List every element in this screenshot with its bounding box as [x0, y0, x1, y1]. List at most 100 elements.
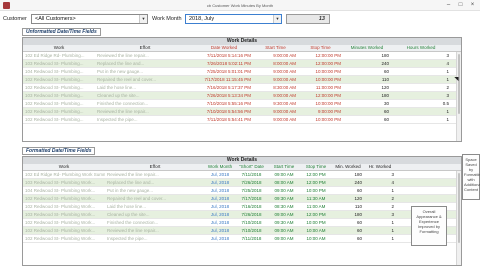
table-row[interactable]: 102 Redwood St- Plumbing Work... Laid the…: [23, 203, 461, 211]
cell-stop-time: 12:00 PM: [306, 172, 326, 177]
table-row[interactable]: 103 Redwood St- Plumbing... Cleaned up th…: [23, 92, 461, 100]
cell-hr-worked: 4: [391, 180, 394, 185]
table-row[interactable]: 103 Redwood St- Plumbing... Replaced the …: [23, 60, 461, 68]
table-row[interactable]: 102 Redwood St- Plumbing Work... Reviewed…: [23, 227, 461, 235]
col-hours-worked: Hours Worked: [406, 45, 436, 50]
unformatted-rows: 102 Ed Ridge Rd- Plumbing... Reviewed the…: [23, 52, 461, 124]
cell-min-worked: 180: [354, 212, 362, 217]
cell-stop-time: 9:00:00 PM: [317, 109, 341, 114]
cell-date-worked: 7/10/2018 5:54:56 PM: [206, 109, 251, 114]
table-row[interactable]: 102 Redwood St- Plumbing... Laid the hose…: [23, 84, 461, 92]
cell-effort: Reviewed the line repair...: [97, 109, 149, 114]
window-title: cb Customer Work Minutes By Month: [206, 3, 274, 8]
cell-work-month: Jul, 2018: [210, 204, 230, 209]
cell-date-worked: 7/17/2018 11:15:45 PM: [204, 77, 251, 82]
cell-work: 103 Redwood St- Plumbing Work...: [25, 180, 96, 185]
cell-work-month: Jul, 2018: [210, 188, 230, 193]
cell-minutes: 180: [381, 53, 389, 58]
col-date-worked: Date Worked: [210, 45, 238, 50]
cell-stop-time: 10:00:00 PM: [315, 69, 341, 74]
cell-min-worked: 60: [356, 188, 362, 193]
customer-combo[interactable]: <All Customers> ▼: [31, 14, 148, 24]
cell-min-worked: 180: [354, 172, 362, 177]
grid-title: Work Details: [23, 157, 461, 164]
cell-min-worked: 110: [354, 204, 362, 209]
cell-hours: 1: [446, 77, 449, 82]
cell-start-time: 09:00 AM: [274, 236, 294, 241]
cell-stop-time: 10:00 PM: [306, 188, 326, 193]
col-effort: Effort: [149, 164, 161, 169]
cell-hours: 3: [446, 93, 449, 98]
cell-minutes: 180: [381, 93, 389, 98]
vertical-scrollbar[interactable]: [456, 52, 461, 141]
table-row[interactable]: 103 Redwood St- Plumbing Work... Replaced…: [23, 179, 461, 187]
cell-date-worked: 7/11/2018 5:54:41 PM: [207, 117, 251, 122]
col-start-time: Start Time: [273, 164, 295, 169]
cell-stop-time: 10:00 PM: [306, 220, 326, 225]
cell-minutes: 110: [381, 77, 389, 82]
formatted-rows: 102 Ed Ridge Rd- Plumbing Work Summary..…: [23, 171, 461, 243]
cell-effort: Put in the new gauge...: [107, 188, 154, 193]
work-month-combo[interactable]: 2018, July ▼: [185, 14, 282, 24]
cell-work: 102 Redwood St- Plumbing Work...: [25, 228, 96, 233]
cell-short-date: 7/11/2018: [241, 172, 262, 177]
cell-date-worked: 7/11/2018 5:14:16 PM: [207, 53, 251, 58]
cell-minutes: 60: [383, 69, 389, 74]
chevron-down-icon[interactable]: ▼: [139, 15, 147, 23]
cell-start-time: 9:00:00 AM: [273, 53, 296, 58]
work-month-value: 2018, July: [189, 16, 215, 22]
cell-start-time: 9:00:00 AM: [273, 77, 296, 82]
cell-date-worked: 7/26/2018 5:02:11 PM: [207, 61, 251, 66]
maximize-icon[interactable]: □: [455, 1, 466, 9]
chevron-down-icon[interactable]: ▼: [273, 15, 281, 23]
formatted-grid: Work Details Work Effort Work Month "Sho…: [22, 156, 462, 266]
minimize-icon[interactable]: –: [443, 1, 454, 9]
cell-work: 102 Redwood St- Plumbing...: [25, 117, 84, 122]
cell-start-time: 08:00 AM: [274, 180, 294, 185]
cell-effort: Put in the new gauge...: [97, 69, 144, 74]
table-row[interactable]: 103 Redwood St- Plumbing Work... Cleaned …: [23, 211, 461, 219]
cell-stop-time: 11:00:00 PM: [315, 85, 341, 90]
table-row[interactable]: 102 Redwood St- Plumbing... Finished the …: [23, 100, 461, 108]
cell-start-time: 9:00:00 AM: [273, 93, 296, 98]
cell-start-time: 09:30 AM: [274, 196, 294, 201]
appearance-callout: Overall Appearance & Experience Improved…: [411, 206, 447, 246]
cell-effort: Laid the hose line...: [97, 85, 137, 90]
cell-start-time: 09:00 AM: [274, 188, 294, 193]
vertical-scrollbar[interactable]: [456, 171, 461, 265]
cell-start-time: 09:30 AM: [274, 220, 294, 225]
scroll-thumb[interactable]: [458, 173, 460, 243]
cell-work: 102 Ed Ridge Rd- Plumbing Work Summary..…: [25, 172, 105, 177]
col-hr-worked: Hr. Worked: [368, 164, 392, 169]
record-count: 13: [286, 14, 330, 24]
cell-hr-worked: 3: [391, 212, 394, 217]
scroll-thumb[interactable]: [458, 54, 460, 114]
formatted-section-label: Formatted Date/Time Fields: [22, 147, 96, 155]
cell-hr-worked: 2: [391, 196, 394, 201]
cell-min-worked: 60: [356, 236, 362, 241]
cell-work-month: Jul, 2018: [210, 180, 230, 185]
cell-work: 103 Redwood St- Plumbing Work...: [25, 212, 96, 217]
table-row[interactable]: 104 Redwood St- Plumbing Work... Put in t…: [23, 187, 461, 195]
close-icon[interactable]: ×: [467, 1, 478, 9]
cell-hours: 4: [446, 61, 449, 66]
table-row[interactable]: 102 Redwood St- Plumbing... Reviewed the …: [23, 108, 461, 116]
cell-work-month: Jul, 2018: [210, 212, 230, 217]
table-row[interactable]: 104 Redwood St- Plumbing... Put in the ne…: [23, 68, 461, 76]
table-row[interactable]: 102 Redwood St- Plumbing Work... Inspecte…: [23, 235, 461, 243]
table-row[interactable]: 102 Redwood St- Plumbing... Inspected the…: [23, 116, 461, 124]
cell-effort: Reviewed the line repair...: [107, 228, 159, 233]
cell-work: 102 Redwood St- Plumbing Work...: [25, 204, 96, 209]
cell-work: 102 Redwood St- Plumbing...: [25, 101, 84, 106]
table-row[interactable]: 102 Ed Ridge Rd- Plumbing Work Summary..…: [23, 171, 461, 179]
cell-hr-worked: 1: [391, 236, 394, 241]
table-row[interactable]: 102 Ed Ridge Rd- Plumbing... Reviewed the…: [23, 52, 461, 60]
cell-work: 104 Redwood St- Plumbing...: [25, 69, 84, 74]
cell-start-time: 9:00:00 AM: [273, 109, 296, 114]
cell-short-date: 7/10/2018: [241, 228, 262, 233]
table-row[interactable]: 102 Redwood St- Plumbing... Repaired the …: [23, 76, 461, 84]
cell-minutes: 60: [383, 109, 389, 114]
cell-start-time: 9:00:00 AM: [273, 69, 296, 74]
table-row[interactable]: 102 Redwood St- Plumbing Work... Repaired…: [23, 195, 461, 203]
table-row[interactable]: 102 Redwood St- Plumbing Work... Finished…: [23, 219, 461, 227]
